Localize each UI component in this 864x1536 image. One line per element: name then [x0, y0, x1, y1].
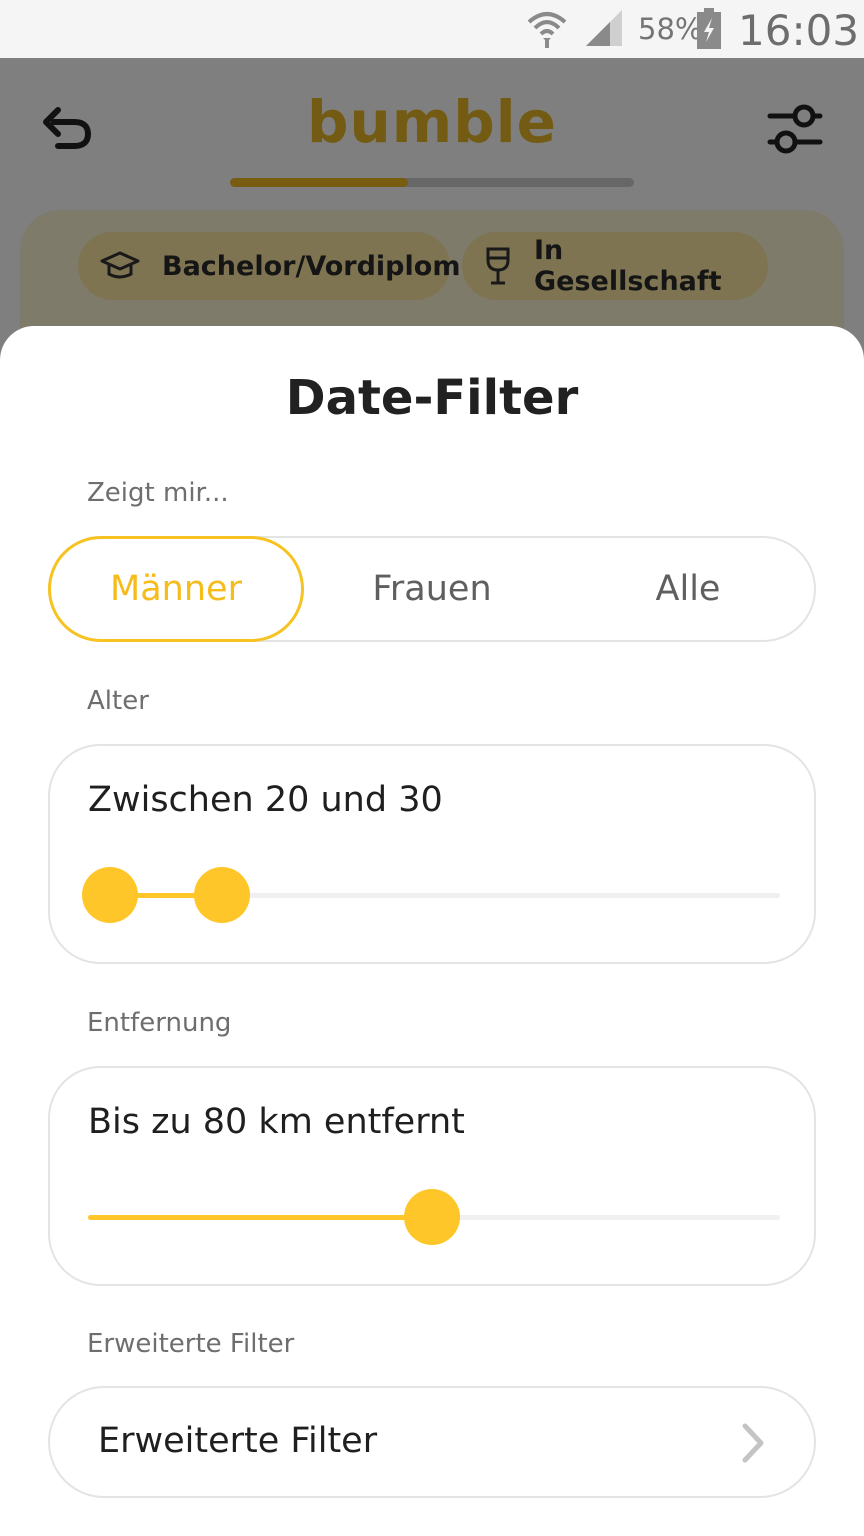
advanced-filters-label: Erweiterte Filter	[87, 1329, 295, 1359]
distance-slider-track[interactable]	[88, 1189, 780, 1245]
chevron-right-icon	[740, 1422, 766, 1468]
battery-percent: 58%	[638, 12, 703, 46]
signal-icon	[584, 8, 624, 52]
age-label: Alter	[87, 686, 149, 716]
screen: 58% 16:03 bumble	[0, 0, 864, 1536]
status-bar: 58% 16:03	[0, 0, 864, 58]
age-slider-min-thumb[interactable]	[82, 867, 139, 923]
distance-card: Bis zu 80 km entfernt	[48, 1066, 816, 1286]
sheet-title: Date-Filter	[285, 370, 579, 426]
distance-label: Entfernung	[87, 1008, 232, 1038]
age-range-value: Zwischen 20 und 30	[88, 780, 443, 820]
age-slider-max-thumb[interactable]	[193, 867, 250, 923]
segment-men[interactable]: Männer	[48, 536, 304, 642]
gender-segmented-control: Männer Frauen Alle	[48, 536, 816, 642]
wifi-icon	[526, 8, 568, 54]
date-filter-sheet: Date-Filter Zeigt mir... Männer Frauen A…	[0, 326, 864, 1536]
show-me-label: Zeigt mir...	[87, 478, 229, 508]
clock-time: 16:03	[738, 6, 860, 55]
segment-women[interactable]: Frauen	[304, 536, 560, 642]
segment-all[interactable]: Alle	[560, 536, 816, 642]
age-slider-track[interactable]	[82, 867, 780, 923]
distance-value: Bis zu 80 km entfernt	[88, 1102, 465, 1142]
advanced-filters-row-label: Erweiterte Filter	[98, 1421, 378, 1461]
advanced-filters-button[interactable]: Erweiterte Filter	[48, 1386, 816, 1498]
age-range-card: Zwischen 20 und 30	[48, 744, 816, 964]
distance-slider-fill	[88, 1215, 432, 1220]
battery-charging-icon	[696, 8, 722, 54]
distance-slider-thumb[interactable]	[403, 1189, 460, 1245]
